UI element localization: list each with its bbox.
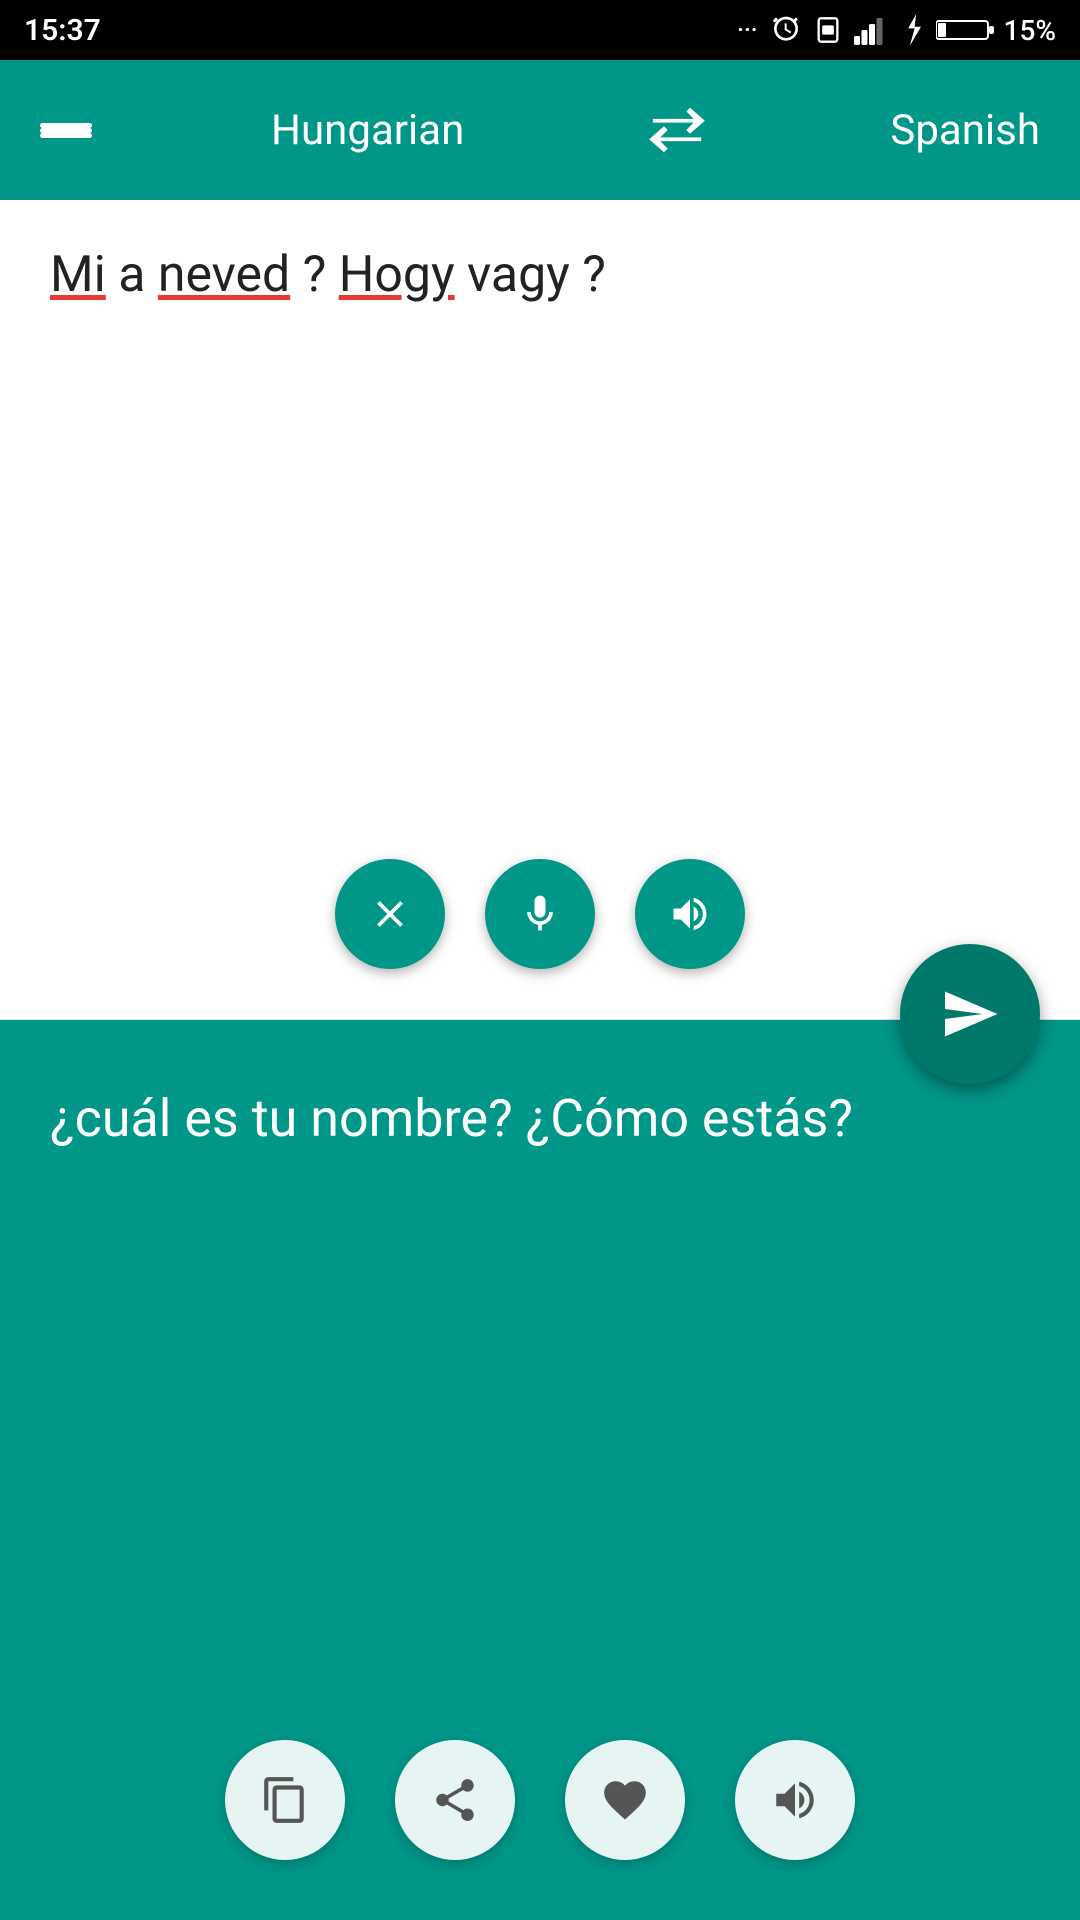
source-text[interactable]: Mi a neved ? Hogy vagy ? <box>50 240 1030 310</box>
sim-icon <box>814 14 842 46</box>
word-a: a <box>118 246 158 304</box>
input-section: Mi a neved ? Hogy vagy ? <box>0 200 1080 1020</box>
charging-icon <box>902 14 924 46</box>
input-actions <box>335 859 745 969</box>
favorite-button[interactable] <box>565 1740 685 1860</box>
translated-text: ¿cuál es tu nombre? ¿Cómo estás? <box>50 1080 1030 1158</box>
word-neved: neved <box>158 246 290 304</box>
status-icons: ··· 15% <box>737 14 1056 47</box>
alarm-icon <box>770 14 802 46</box>
signal-icon <box>854 14 890 46</box>
translation-actions <box>225 1740 855 1860</box>
punct-1: ? <box>303 246 339 304</box>
word-vagy: vagy <box>467 246 570 304</box>
battery-percent: 15% <box>1004 14 1056 47</box>
clear-button[interactable] <box>335 859 445 969</box>
source-language[interactable]: Hungarian <box>271 106 464 155</box>
copy-button[interactable] <box>225 1740 345 1860</box>
source-speaker-button[interactable] <box>635 859 745 969</box>
menu-button[interactable] <box>40 123 92 138</box>
share-button[interactable] <box>395 1740 515 1860</box>
microphone-button[interactable] <box>485 859 595 969</box>
translation-speaker-button[interactable] <box>735 1740 855 1860</box>
translation-section: ¿cuál es tu nombre? ¿Cómo estás? <box>0 1020 1080 1920</box>
punct-2: ? <box>582 246 606 304</box>
battery-icon <box>936 16 996 44</box>
word-mi: Mi <box>50 246 106 304</box>
translate-button[interactable] <box>900 944 1040 1084</box>
swap-languages-button[interactable] <box>643 104 711 156</box>
status-bar: 15:37 ··· 15% <box>0 0 1080 60</box>
status-time: 15:37 <box>24 13 101 48</box>
top-bar: Hungarian Spanish <box>0 60 1080 200</box>
target-language[interactable]: Spanish <box>890 106 1040 155</box>
word-hogy: Hogy <box>339 246 455 304</box>
dots-icon: ··· <box>737 16 757 44</box>
